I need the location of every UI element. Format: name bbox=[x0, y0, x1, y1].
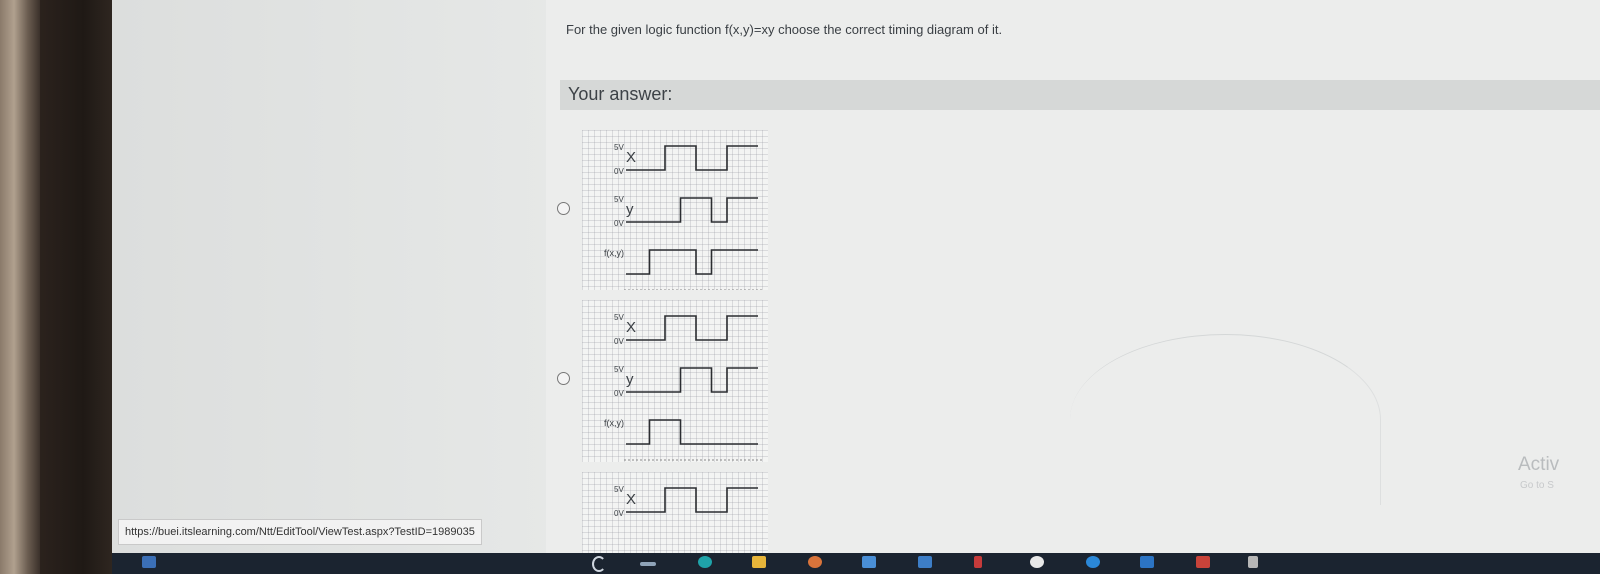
taskbar bbox=[112, 553, 1600, 574]
app-icon[interactable] bbox=[1248, 556, 1258, 568]
option-2-radio[interactable] bbox=[557, 372, 570, 385]
signal-high-label: 5V bbox=[614, 485, 624, 494]
question-text: For the given logic function f(x,y)=xy c… bbox=[566, 22, 1003, 37]
option-3-timing-diagram[interactable]: 5V 0V X bbox=[582, 472, 768, 553]
answer-header-bar bbox=[560, 80, 1600, 110]
signal-high-label: 5V bbox=[614, 195, 624, 204]
status-url: https://buei.itslearning.com/Ntt/EditToo… bbox=[118, 519, 482, 545]
task-view-icon[interactable] bbox=[640, 562, 656, 566]
app-icon[interactable] bbox=[974, 556, 982, 568]
activation-watermark-title: Activ bbox=[1518, 454, 1560, 475]
option-3-diagram-canvas: 5V 0VX bbox=[614, 485, 758, 518]
file-explorer-icon[interactable] bbox=[752, 556, 766, 568]
signal-label: X bbox=[626, 491, 636, 508]
signal-label: y bbox=[626, 201, 634, 218]
signal-waveform bbox=[626, 315, 758, 341]
signal-low-label: 0V bbox=[614, 389, 624, 398]
app-icon[interactable] bbox=[1030, 556, 1044, 568]
signal-low-label: 0V bbox=[614, 219, 624, 228]
signal-high-label: 5V bbox=[614, 143, 624, 152]
signal-low-label: 0V bbox=[614, 509, 624, 518]
chrome-icon[interactable] bbox=[808, 556, 822, 568]
option-2-timing-diagram[interactable]: 5V0VX5V0Vyf(x,y)0T₁T₂T₃T₄ bbox=[582, 300, 768, 462]
answer-label: Your answer: bbox=[568, 84, 673, 104]
signal-low-label: 0V bbox=[614, 167, 624, 176]
powerpoint-icon[interactable] bbox=[1196, 556, 1210, 568]
signal-waveform bbox=[626, 197, 758, 223]
store-icon[interactable] bbox=[862, 556, 876, 568]
signal-label: y bbox=[626, 371, 634, 388]
signal-waveform bbox=[626, 367, 758, 393]
option-1-diagram-canvas: 5V0VX5V0Vyf(x,y)0T₁T₂T₃T₄ bbox=[604, 143, 762, 290]
edge-icon[interactable] bbox=[698, 556, 712, 568]
monitor-bezel bbox=[40, 0, 112, 574]
signal-waveform bbox=[626, 249, 758, 275]
signal-high-label: 5V bbox=[614, 313, 624, 322]
signal-waveform bbox=[626, 145, 758, 171]
signal-label: f(x,y) bbox=[604, 418, 624, 428]
photo-background bbox=[0, 0, 40, 574]
screen-glare-arc bbox=[1070, 334, 1381, 505]
app-icon[interactable] bbox=[918, 556, 932, 568]
signal-waveform bbox=[626, 419, 758, 445]
option-1-radio[interactable] bbox=[557, 202, 570, 215]
screen: For the given logic function f(x,y)=xy c… bbox=[112, 0, 1600, 553]
signal-label: f(x,y) bbox=[604, 248, 624, 258]
signal-label: X bbox=[626, 149, 636, 166]
option-1-timing-diagram[interactable]: 5V0VX5V0Vyf(x,y)0T₁T₂T₃T₄ bbox=[582, 130, 768, 290]
option-2-diagram-canvas: 5V0VX5V0Vyf(x,y)0T₁T₂T₃T₄ bbox=[604, 313, 762, 461]
windows-start-icon[interactable] bbox=[142, 556, 156, 568]
activation-watermark-subtitle: Go to S bbox=[1520, 480, 1554, 491]
app-icon[interactable] bbox=[1086, 556, 1100, 568]
signal-high-label: 5V bbox=[614, 365, 624, 374]
signal-low-label: 0V bbox=[614, 337, 624, 346]
signal-waveform bbox=[626, 487, 758, 513]
search-icon[interactable] bbox=[592, 556, 606, 572]
signal-label: X bbox=[626, 319, 636, 336]
word-icon[interactable] bbox=[1140, 556, 1154, 568]
